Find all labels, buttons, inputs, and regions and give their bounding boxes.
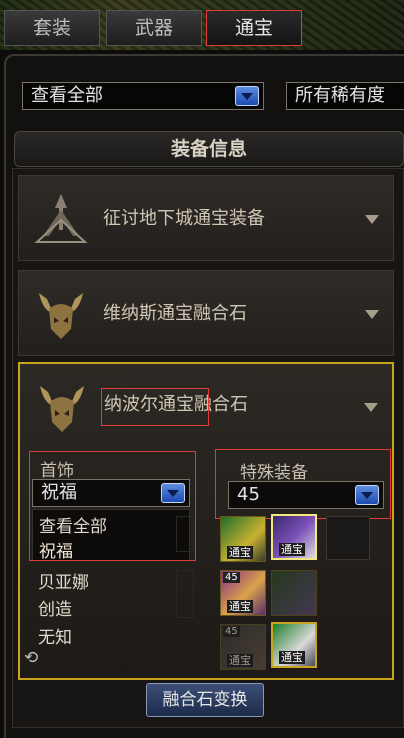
slot-dropdown[interactable]: 祝福 <box>32 479 190 507</box>
chevron-down-icon[interactable] <box>161 483 185 503</box>
horned-skull-icon <box>39 293 83 339</box>
view-filter-dropdown[interactable]: 查看全部 <box>22 82 264 110</box>
chevron-down-icon[interactable] <box>365 215 379 224</box>
tongbao-badge: 通宝 <box>227 600 253 613</box>
chevron-down-icon[interactable] <box>365 310 379 319</box>
chevron-down-icon[interactable] <box>355 485 379 505</box>
tongbao-badge: 通宝 <box>227 546 253 559</box>
slot-option-all[interactable]: 查看全部 <box>39 512 107 537</box>
scroll-track[interactable] <box>176 570 194 618</box>
tab-set[interactable]: 套装 <box>4 10 100 46</box>
list-item[interactable]: 创造 <box>38 595 72 620</box>
tongbao-item-icon[interactable]: 通宝 <box>220 516 266 562</box>
special-label: 特殊装备 <box>240 463 308 483</box>
tongbao-item-icon-dim[interactable]: 45 通宝 <box>220 624 266 670</box>
empty-slot <box>326 516 370 560</box>
special-value: 45 <box>237 484 260 505</box>
chevron-up-icon[interactable] <box>364 403 378 412</box>
list-item[interactable]: 无知 <box>38 623 72 648</box>
tongbao-badge: 通宝 <box>279 543 305 556</box>
tongbao-badge: 通宝 <box>227 654 253 667</box>
category-item-venus[interactable]: 维纳斯通宝融合石 <box>18 270 394 356</box>
special-dropdown[interactable]: 45 <box>228 481 384 509</box>
crest-icon <box>34 194 88 243</box>
category-name: 纳波尔通宝融合石 <box>104 394 248 415</box>
view-filter-value: 查看全部 <box>31 85 103 106</box>
chevron-down-icon[interactable] <box>235 86 259 106</box>
section-title: 装备信息 <box>14 131 404 167</box>
tongbao-item-icon[interactable]: 45 通宝 <box>220 570 266 616</box>
level-badge: 45 <box>223 572 240 583</box>
slot-label: 首饰 <box>40 461 74 481</box>
game-window: 套装 武器 通宝 查看全部 所有稀有度 装备信息 征讨地下城通宝装备 维纳斯通宝… <box>0 0 404 738</box>
fusion-stone-convert-button[interactable]: 融合石变换 <box>146 683 264 717</box>
slot-options-list: 查看全部 祝福 <box>32 509 190 562</box>
category-item-dungeon[interactable]: 征讨地下城通宝装备 <box>18 175 394 261</box>
tongbao-badge: 通宝 <box>279 651 305 664</box>
scroll-track[interactable] <box>176 516 194 552</box>
horned-skull-icon <box>40 386 84 432</box>
slot-option-blessing[interactable]: 祝福 <box>39 537 73 562</box>
slot-value: 祝福 <box>41 482 77 503</box>
tab-tongbao[interactable]: 通宝 <box>206 10 302 46</box>
tongbao-item-icon[interactable]: 通宝 <box>271 622 317 668</box>
category-name: 征讨地下城通宝装备 <box>103 208 265 229</box>
rarity-filter-value: 所有稀有度 <box>295 85 385 106</box>
level-badge: 45 <box>223 626 240 637</box>
list-item[interactable]: 贝亚娜 <box>38 568 89 593</box>
refresh-icon[interactable]: ⟲ <box>24 648 38 668</box>
tongbao-item-icon-dim[interactable] <box>271 570 317 616</box>
tab-weapon[interactable]: 武器 <box>106 10 202 46</box>
category-name: 维纳斯通宝融合石 <box>103 303 247 324</box>
tongbao-item-icon-selected[interactable]: 通宝 <box>271 514 317 560</box>
rarity-filter-dropdown[interactable]: 所有稀有度 <box>286 82 404 110</box>
